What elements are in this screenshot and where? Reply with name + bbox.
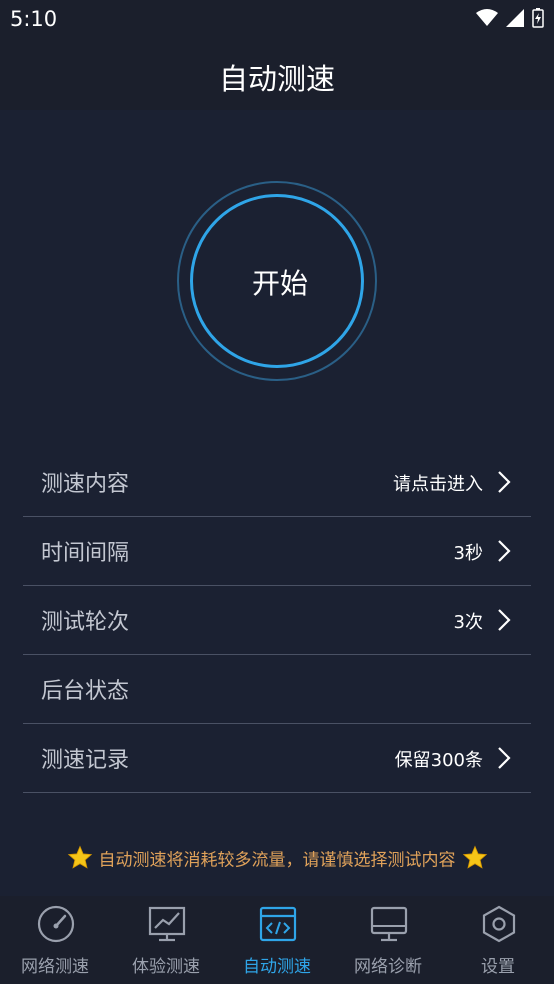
chevron-right-icon [498,747,511,769]
star-icon [67,845,92,869]
nav-label: 网络测速 [21,957,89,977]
nav-item-auto-speed[interactable]: 自动测速 [222,896,332,984]
setting-label: 后台状态 [41,679,130,704]
nav-item-experience-speed[interactable]: 体验测速 [111,896,221,984]
setting-label: 测试轮次 [41,610,130,635]
setting-label: 时间间隔 [41,541,130,566]
code-window-icon [259,906,297,942]
bottom-nav: 网络测速 体验测速 自动测速 网络诊断 设置 [0,896,554,984]
page-title: 自动测速 [218,62,335,96]
chevron-right-icon [498,609,511,631]
signal-icon [506,9,524,27]
nav-label: 网络诊断 [354,957,422,977]
status-icons [476,8,544,28]
start-button-label: 开始 [251,267,308,300]
setting-value: 3次 [453,612,483,633]
start-button-container: 开始 [176,180,378,382]
monitor-icon [370,906,408,942]
battery-charging-icon [532,8,544,28]
setting-row-interval[interactable]: 时间间隔 3秒 [23,517,531,586]
star-icon [462,845,487,869]
nav-item-settings[interactable]: 设置 [443,896,553,984]
nav-item-network-speed[interactable]: 网络测速 [0,896,110,984]
setting-label: 测速记录 [41,748,130,773]
settings-list: 测速内容 请点击进入 时间间隔 3秒 测试轮次 3次 后台状态 测速记录 保留3… [23,448,531,793]
status-bar: 5:10 [0,0,554,38]
chevron-right-icon [498,471,511,493]
setting-row-records[interactable]: 测速记录 保留300条 [23,724,531,793]
hexagon-gear-icon [482,905,516,943]
setting-label: 测速内容 [41,472,130,497]
notice-text: 自动测速将消耗较多流量，请谨慎选择测试内容 [98,850,456,871]
setting-row-rounds[interactable]: 测试轮次 3次 [23,586,531,655]
wifi-icon [476,9,498,26]
speedometer-icon [37,905,75,943]
setting-row-test-content[interactable]: 测速内容 请点击进入 [23,448,531,517]
setting-row-background-status[interactable]: 后台状态 [23,655,531,724]
status-time: 5:10 [10,7,58,31]
traffic-notice: 自动测速将消耗较多流量，请谨慎选择测试内容 [0,845,554,871]
chart-monitor-icon [148,906,186,942]
setting-value: 请点击进入 [393,474,483,495]
setting-value: 保留300条 [394,750,483,771]
nav-label: 体验测速 [132,957,200,977]
start-button[interactable]: 开始 [190,194,364,368]
chevron-right-icon [498,540,511,562]
app-header: 自动测速 [0,38,554,110]
nav-item-network-diagnosis[interactable]: 网络诊断 [333,896,443,984]
nav-label: 自动测速 [243,957,311,977]
setting-value: 3秒 [453,543,483,564]
nav-label: 设置 [481,957,515,977]
